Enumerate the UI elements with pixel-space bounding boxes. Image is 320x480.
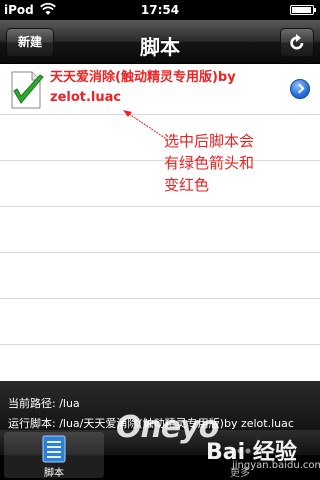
current-path: 当前路径: /lua [8, 397, 80, 410]
empty-row [0, 253, 320, 299]
annotation-note: 选中后脚本会有绿色箭头和变红色 [164, 132, 255, 194]
tab-scripts-label: 脚本 [44, 468, 64, 479]
disclosure-button[interactable] [290, 79, 310, 99]
status-bar: iPod 17:54 [0, 0, 320, 20]
battery-icon [290, 5, 316, 15]
nav-bar: 新建 脚本 [0, 20, 320, 64]
empty-row [0, 299, 320, 345]
watermark-logo: Oneyo [116, 410, 219, 445]
script-list-icon [42, 435, 66, 463]
checked-file-icon [11, 71, 44, 109]
page-title: 脚本 [140, 35, 180, 59]
refresh-icon [290, 34, 304, 50]
watermark-url: jingyan.baidu.com [232, 460, 320, 471]
refresh-button[interactable] [280, 28, 314, 57]
empty-row [0, 207, 320, 253]
empty-row [0, 345, 320, 381]
tab-scripts[interactable]: 脚本 [4, 432, 104, 479]
script-name: 天天爱消除(触动精灵专用版)by zelot.luac [50, 70, 236, 105]
empty-row [0, 161, 320, 207]
clock: 17:54 [140, 3, 180, 17]
